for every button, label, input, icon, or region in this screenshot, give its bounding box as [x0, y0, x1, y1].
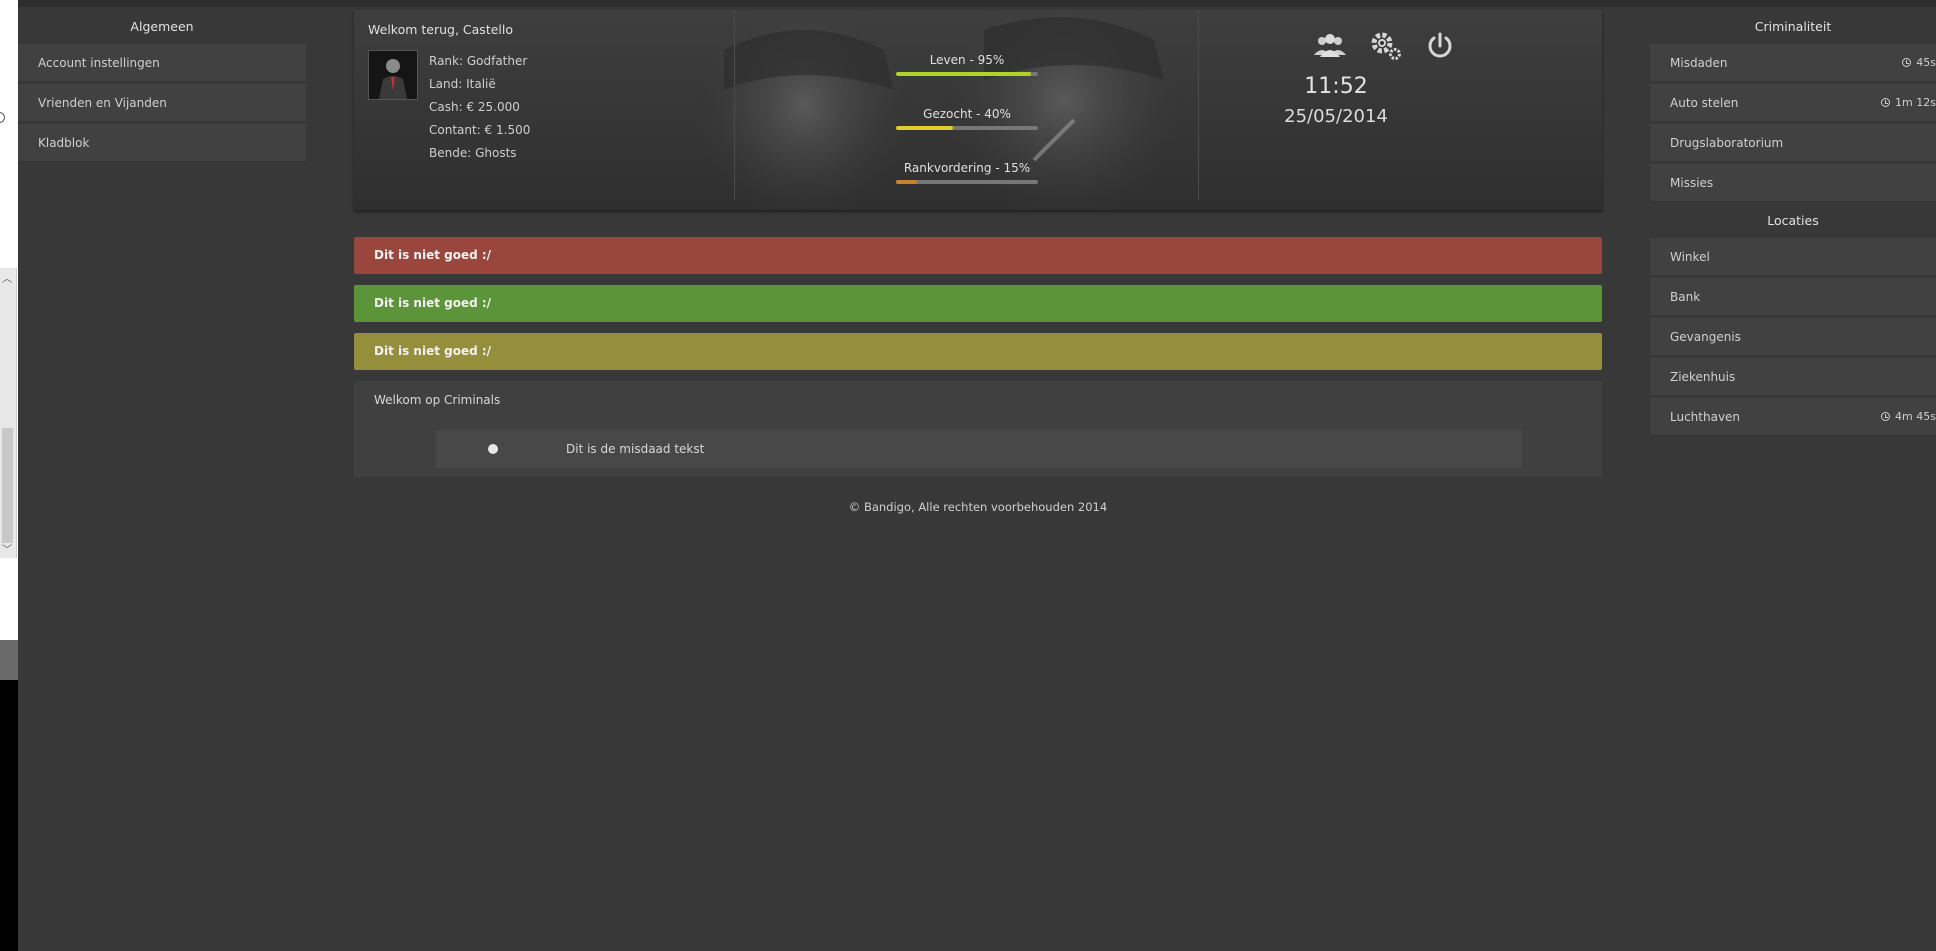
- bar-label: Gezocht - 40%: [923, 107, 1011, 121]
- bar-gezocht: Gezocht - 40%: [896, 107, 1038, 130]
- bar-label: Leven - 95%: [929, 53, 1005, 67]
- stat-contant: Contant: € 1.500: [429, 123, 531, 137]
- sidebar-item-ziekenhuis[interactable]: Ziekenhuis: [1650, 358, 1936, 396]
- crime-text: Dit is de misdaad tekst: [566, 442, 705, 456]
- header-divider: [734, 10, 735, 200]
- bar-track: [896, 180, 1038, 184]
- bar-fill: [896, 180, 918, 184]
- bar-fill: [896, 126, 953, 130]
- sidebar-item-label: Luchthaven: [1670, 410, 1741, 424]
- sidebar-item-misdaden[interactable]: Misdaden 45s: [1650, 44, 1936, 82]
- sidebar-item-label: Auto stelen: [1670, 96, 1739, 110]
- crime-row[interactable]: Dit is de misdaad tekst: [436, 430, 1522, 468]
- bar-track: [896, 72, 1038, 76]
- sidebar-item-vrienden-en-vijanden[interactable]: Vrienden en Vijanden: [18, 84, 306, 122]
- alert-error: Dit is niet goed :/: [354, 237, 1602, 274]
- sidebar-item-missies[interactable]: Missies: [1650, 164, 1936, 202]
- footer-copyright: © Bandigo, Alle rechten voorbehouden 201…: [848, 500, 1108, 514]
- welcome-text: Welkom terug, Castello: [368, 22, 514, 37]
- clock-icon: [1881, 412, 1891, 421]
- content-title: Welkom op Criminals: [374, 393, 501, 407]
- sidebar-item-label: Missies: [1670, 176, 1714, 190]
- content-box: Welkom op Criminals Dit is de misdaad te…: [354, 381, 1602, 477]
- sidebar-title-criminaliteit: Criminaliteit: [1754, 19, 1832, 34]
- bar-fill: [896, 72, 1031, 76]
- sidebar-item-label: Drugslaboratorium: [1670, 136, 1784, 150]
- browser-edge-dark: [0, 680, 18, 951]
- header-divider: [1198, 10, 1199, 200]
- sidebar-item-winkel[interactable]: Winkel: [1650, 238, 1936, 276]
- bar-label: Rankvordering - 15%: [903, 161, 1031, 175]
- users-icon[interactable]: [1312, 30, 1348, 62]
- cooldown-timer: 45s: [1902, 44, 1936, 82]
- sidebar-right: Criminaliteit Misdaden 45s Auto stelen 1…: [1650, 10, 1936, 438]
- stat-cash: Cash: € 25.000: [429, 100, 520, 114]
- sidebar-left: Algemeen Account instellingen Vrienden e…: [18, 10, 306, 164]
- stat-land: Land: Italië: [429, 77, 496, 91]
- sidebar-item-account-instellingen[interactable]: Account instellingen: [18, 44, 306, 82]
- sidebar-item-bank[interactable]: Bank: [1650, 278, 1936, 316]
- alert-warning: Dit is niet goed :/: [354, 333, 1602, 370]
- sidebar-item-label: Misdaden: [1670, 56, 1728, 70]
- stat-bende: Bende: Ghosts: [429, 146, 517, 160]
- timer-value: 45s: [1916, 56, 1936, 69]
- sidebar-item-label: Gevangenis: [1670, 330, 1741, 344]
- sidebar-item-kladblok[interactable]: Kladblok: [18, 124, 306, 162]
- avatar[interactable]: [368, 50, 418, 100]
- stat-rank: Rank: Godfather: [429, 54, 528, 68]
- timer-value: 1m 12s: [1895, 96, 1936, 109]
- sidebar-title-algemeen: Algemeen: [130, 19, 194, 34]
- scroll-down-icon[interactable]: ﹀: [2, 541, 12, 556]
- bar-leven: Leven - 95%: [896, 53, 1038, 76]
- timer-value: 4m 45s: [1895, 410, 1936, 423]
- sidebar-item-label: Kladblok: [38, 136, 90, 150]
- sidebar-item-gevangenis[interactable]: Gevangenis: [1650, 318, 1936, 356]
- sidebar-item-auto-stelen[interactable]: Auto stelen 1m 12s: [1650, 84, 1936, 122]
- sidebar-item-drugslaboratorium[interactable]: Drugslaboratorium: [1650, 124, 1936, 162]
- clock-icon: [1881, 98, 1891, 107]
- power-icon[interactable]: [1422, 30, 1458, 62]
- sidebar-item-label: Bank: [1670, 290, 1701, 304]
- bar-rankvordering: Rankvordering - 15%: [896, 161, 1038, 184]
- clock-icon: [1902, 58, 1912, 67]
- browser-edge-tab: [0, 640, 18, 680]
- cooldown-timer: 1m 12s: [1881, 84, 1936, 122]
- header-panel: Welkom terug, Castello Rank: Godfather L…: [354, 10, 1602, 210]
- top-bar: [18, 0, 1936, 7]
- gears-icon[interactable]: [1368, 30, 1404, 62]
- scroll-up-icon[interactable]: ︿: [2, 270, 12, 285]
- scrollbar[interactable]: ︿ ﹀: [0, 268, 17, 558]
- cooldown-timer: 4m 45s: [1881, 398, 1936, 436]
- clock-date: 25/05/2014: [1284, 106, 1388, 127]
- sidebar-item-label: Winkel: [1670, 250, 1710, 264]
- player-stats: Rank: Godfather Land: Italië Cash: € 25.…: [429, 54, 530, 169]
- clock-time: 11:52: [1304, 74, 1368, 99]
- sidebar-item-luchthaven[interactable]: Luchthaven 4m 45s: [1650, 398, 1936, 436]
- scrollbar-thumb[interactable]: [2, 428, 13, 543]
- avatar-image: [369, 51, 417, 99]
- sidebar-item-label: Vrienden en Vijanden: [38, 96, 167, 110]
- sidebar-title-locaties: Locaties: [1767, 213, 1819, 228]
- sidebar-item-label: Ziekenhuis: [1670, 370, 1736, 384]
- bar-track: [896, 126, 1038, 130]
- alert-success: Dit is niet goed :/: [354, 285, 1602, 322]
- sidebar-item-label: Account instellingen: [38, 56, 160, 70]
- crime-radio[interactable]: [488, 444, 498, 454]
